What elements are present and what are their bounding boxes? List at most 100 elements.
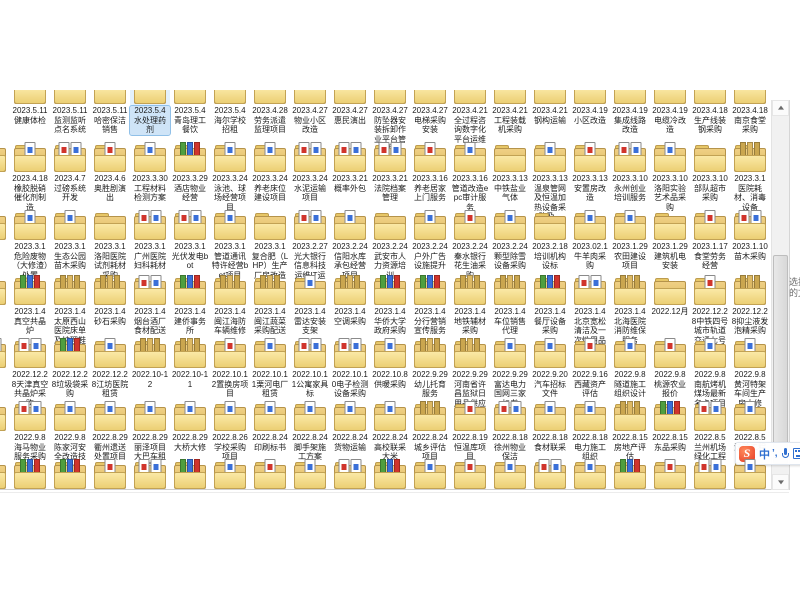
folder-item-clipped[interactable] <box>730 465 770 489</box>
folder-item[interactable]: 2023.2.24颗型除雪设备采购 <box>490 216 530 271</box>
folder-item-clipped[interactable] <box>530 465 570 489</box>
folder-item[interactable]: 2023.3.1洛阳医院试剂耗材采购 <box>90 216 130 280</box>
folder-item-clipped[interactable] <box>10 465 50 489</box>
vertical-scrollbar[interactable] <box>771 100 790 490</box>
folder-item[interactable]: 2023.1.4闽江蔬菜采购配送 <box>250 281 290 336</box>
folder-item[interactable]: 2022.10-12 <box>130 344 170 389</box>
folder-item[interactable]: 2023.2.24信阳水库承包经营项目 <box>330 216 370 280</box>
folder-item[interactable]: 2023.02.1牛羊肉采购 <box>570 216 610 271</box>
folder-item-clipped[interactable] <box>170 465 210 489</box>
folder-item[interactable]: 2022.8.15房地产评估 <box>610 407 650 462</box>
folder-item-clipped[interactable] <box>0 344 10 368</box>
folder-item[interactable]: 2023.4.21工程装载机采购 <box>490 90 530 135</box>
folder-item[interactable]: 2023.1.4建侨事务所 <box>170 281 210 336</box>
folder-item[interactable]: 2023.4.19集成线路改造 <box>610 90 650 135</box>
folder-item[interactable]: 2023.1.4雷达安装支架 <box>290 281 330 336</box>
folder-item[interactable]: 2023.3.1光伏发电bot <box>170 216 210 271</box>
folder-item-clipped[interactable] <box>690 465 730 489</box>
folder-item[interactable]: 2023.4.18橡胶脱硝催化剂制造 <box>10 148 50 212</box>
folder-item-clipped[interactable] <box>410 465 450 489</box>
folder-item[interactable]: 2022.10.12置换房项目 <box>210 344 250 399</box>
folder-item[interactable]: 2023.2.24户外广告设施提升 <box>410 216 450 271</box>
folder-item[interactable]: 2023.4.27惠民演出 <box>330 90 370 125</box>
folder-item[interactable]: 2023.3.13中铁盐业气体 <box>490 148 530 203</box>
folder-item-clipped[interactable] <box>0 216 10 240</box>
folder-item[interactable]: 2023.1.29农田建设项目 <box>610 216 650 271</box>
folder-item[interactable]: 2023.3.24养老床位建设项目 <box>250 148 290 203</box>
folder-item-clipped[interactable] <box>490 465 530 489</box>
folder-item[interactable]: 2023.5.4水处理药剂 <box>130 90 170 135</box>
folder-item[interactable]: 2023.5.4海尔学校招租 <box>210 90 250 135</box>
folder-item-clipped[interactable] <box>250 465 290 489</box>
folder-item[interactable]: 2023.4.27电梯采购安装 <box>410 90 450 135</box>
folder-item[interactable]: 2023.1.4华侨大学政府采购 <box>370 281 410 336</box>
folder-item-clipped[interactable] <box>50 465 90 489</box>
folder-item[interactable]: 2023.3.29酒店物业经营 <box>170 148 210 203</box>
folder-item[interactable]: 2022.8.29衢州遗送处置项目 <box>90 407 130 462</box>
folder-item[interactable]: 2023.3.13安置房改造 <box>570 148 610 203</box>
folder-item[interactable]: 2023.4.6奥胜剧演出 <box>90 148 130 203</box>
folder-item[interactable]: 2023.1.4地铁辅材采购 <box>450 281 490 336</box>
folder-item[interactable]: 2022.10.11公寓家具标 <box>290 344 330 399</box>
folder-item[interactable]: 2023.3.24泳池、球场经营项目 <box>210 148 250 212</box>
folder-item-clipped[interactable] <box>210 465 250 489</box>
folder-item[interactable]: 2022.8.18徐州物业保洁 <box>490 407 530 462</box>
folder-item[interactable]: 2023.4.21全过程咨询数字化平台运维 <box>450 90 490 144</box>
folder-item[interactable]: 2022.9.8桃源农业报价 <box>650 344 690 399</box>
folder-item[interactable]: 2023.5.11哈密保洁销售 <box>90 90 130 135</box>
folder-item[interactable]: 2023.5.11健康体检 <box>10 90 50 125</box>
folder-item-clipped[interactable] <box>0 407 10 431</box>
punctuation-icon[interactable]: ’, <box>772 448 778 459</box>
folder-item-clipped[interactable] <box>450 465 490 489</box>
folder-item[interactable]: 2023.4.27物业小区改造 <box>290 90 330 135</box>
folder-item[interactable]: 2023.1.4真空共晶炉 <box>10 281 50 336</box>
folder-item[interactable]: 2022.9.29幼儿托育服务 <box>410 344 450 399</box>
scroll-down-button[interactable] <box>772 474 789 490</box>
folder-item[interactable]: 2023.3.24水泥运输项目 <box>290 148 330 203</box>
folder-item[interactable]: 2023.1.4分行营销宣传服务 <box>410 281 450 336</box>
folder-item[interactable]: 2023.4.28劳务派遣监理项目 <box>250 90 290 135</box>
folder-item[interactable]: 2023.2.18培训机构设标 <box>530 216 570 271</box>
folder-item[interactable]: 2022.10-11 <box>170 344 210 389</box>
folder-item[interactable]: 2023.3.21法院档案管理 <box>370 148 410 203</box>
folder-item[interactable]: 2022.10.8供暖采购 <box>370 344 410 389</box>
folder-item-clipped[interactable] <box>650 465 690 489</box>
folder-item[interactable]: 2023.3.1管道通讯特许经营bot项目 <box>210 216 250 280</box>
folder-item[interactable]: 2023.1.4餐厅设备采购 <box>530 281 570 336</box>
folder-item[interactable]: 2023.3.13温泉管网及恒温加热设备采购及... <box>530 148 570 222</box>
folder-item[interactable]: 2023.5.11监测监听点名系统 <box>50 90 90 135</box>
folder-item[interactable]: 2023.3.1复合肥（LHP）生产厂房改造 <box>250 216 290 280</box>
folder-item[interactable]: 2022.9.8海马物业服务采购 <box>10 407 50 462</box>
folder-item[interactable]: 2022.9.8隧道施工组织设计 <box>610 344 650 399</box>
folder-item[interactable]: 2022.8.26学校采购项目 <box>210 407 250 462</box>
folder-item-clipped[interactable] <box>0 148 10 172</box>
folder-item-clipped[interactable] <box>90 465 130 489</box>
folder-item[interactable]: 2022.9.29富达电力国网三家标书 <box>490 344 530 408</box>
folder-item[interactable]: 2023.3.1生态公园苗木采购 <box>50 216 90 271</box>
keyboard-icon[interactable] <box>793 448 800 459</box>
scroll-up-button[interactable] <box>772 100 789 116</box>
folder-item[interactable]: 2023.3.1危险废物（大修渣）处置 <box>10 216 50 280</box>
folder-item[interactable]: 2022.8.5兰州机场绿化工程 <box>690 407 730 462</box>
folder-item[interactable]: 2023.1.4车位销售代理 <box>490 281 530 336</box>
folder-item[interactable]: 2022.8.19恒温库项目 <box>450 407 490 462</box>
folder-item[interactable]: 2023.2.24武安市人力资源培训 <box>370 216 410 280</box>
folder-item[interactable]: 2023.4.21钢构运输 <box>530 90 570 125</box>
folder-item-clipped[interactable] <box>290 465 330 489</box>
folder-item[interactable]: 2022.12月 <box>650 281 690 317</box>
folder-item[interactable]: 2022.9.20汽车招标文件 <box>530 344 570 399</box>
scrollbar-thumb[interactable] <box>773 255 788 464</box>
folder-item[interactable]: 2023.2.24秦水银行花生油采购 <box>450 216 490 280</box>
folder-item[interactable]: 2022.12.28天津真空共晶炉采购 <box>10 344 50 408</box>
folder-item[interactable]: 2023.3.10永州创业培训服务 <box>610 148 650 203</box>
folder-item-clipped[interactable] <box>330 465 370 489</box>
folder-item[interactable]: 2023.1.10苗木采购 <box>730 216 770 261</box>
folder-item[interactable]: 2022.9.8南航烤机煤场最新名卡项目 <box>690 344 730 408</box>
folder-item-clipped[interactable] <box>0 465 10 489</box>
folder-item[interactable]: 2022.9.8黄河特架车间生产房大修 <box>730 344 770 408</box>
folder-item[interactable]: 2022.12.28抑尘液发泡精采购 <box>730 281 770 336</box>
folder-item[interactable]: 2022.10.10电子检测设备采购 <box>330 344 370 399</box>
folder-item[interactable]: 2023.4.7过磅系统开发 <box>50 148 90 203</box>
folder-item-clipped[interactable] <box>130 465 170 489</box>
folder-item[interactable]: 2023.3.16管道改造epc审计服务 <box>450 148 490 212</box>
